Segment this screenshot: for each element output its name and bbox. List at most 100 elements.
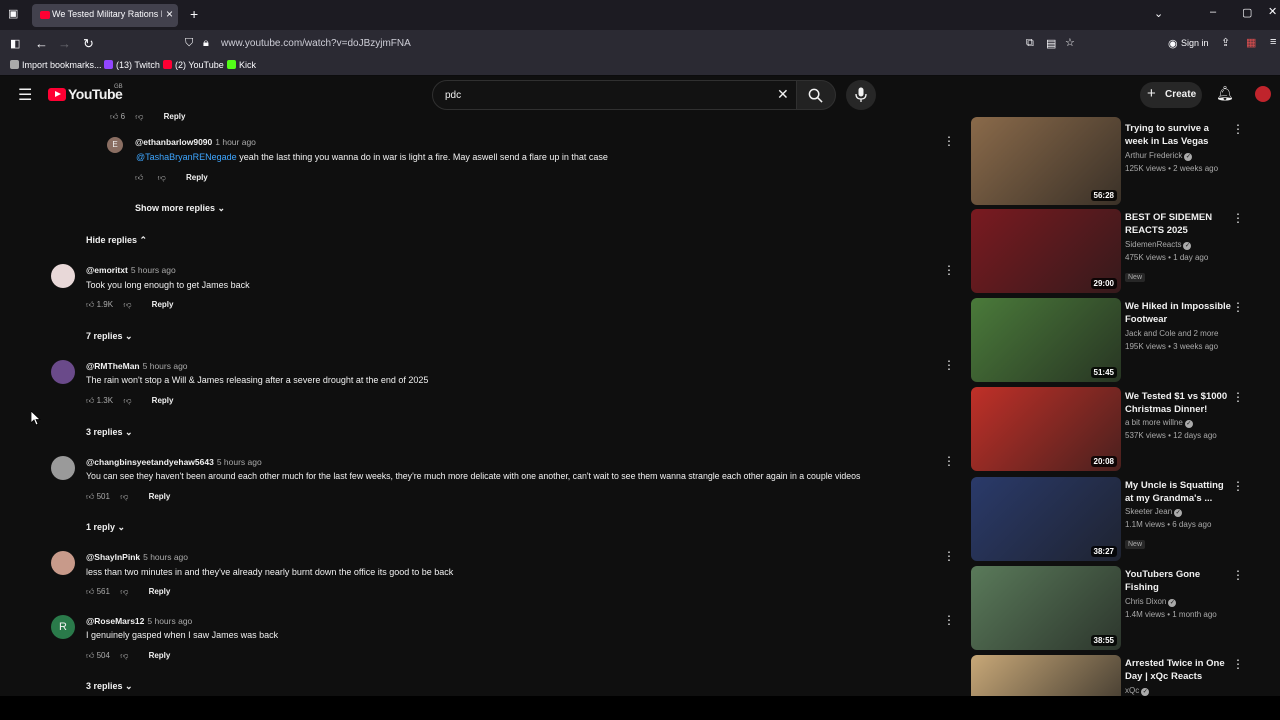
video-channel[interactable]: Skeeter Jean ✓: [1125, 507, 1183, 517]
video-channel[interactable]: a bit more willne ✓: [1125, 418, 1193, 428]
account-icon[interactable]: ◉: [1168, 37, 1178, 50]
chevron-down-icon[interactable]: ⌄: [1154, 7, 1163, 20]
video-channel[interactable]: Arthur Frederick ✓: [1125, 151, 1193, 161]
comment-author[interactable]: @ethanbarlow9090 1 hour ago: [135, 137, 256, 147]
forward-icon[interactable]: →: [58, 36, 71, 51]
voice-search-button[interactable]: [846, 80, 876, 110]
more-options-icon[interactable]: ⋮: [1232, 390, 1244, 404]
menu-icon[interactable]: ≡: [1270, 36, 1276, 48]
comment-author[interactable]: @RoseMars12 5 hours ago: [86, 616, 192, 626]
dislike-icon[interactable]: 👎︎: [158, 173, 166, 182]
more-options-icon[interactable]: ⋮: [1232, 211, 1244, 225]
address-bar[interactable]: ⛉ 🔒︎ www.youtube.com/watch?v=doJBzyjmFNA: [178, 33, 1084, 55]
video-title[interactable]: YouTubers Gone Fishing: [1125, 568, 1233, 594]
reply-button[interactable]: Reply: [149, 587, 171, 596]
like-icon[interactable]: 👍︎: [135, 173, 143, 182]
video-title[interactable]: My Uncle is Squatting at my Grandma's ..…: [1125, 479, 1233, 505]
comment-time[interactable]: 5 hours ago: [143, 361, 188, 371]
youtube-logo-icon[interactable]: [48, 88, 66, 101]
like-icon[interactable]: 👍︎: [86, 587, 94, 596]
more-options-icon[interactable]: ⋮: [943, 613, 955, 627]
video-thumbnail[interactable]: 38:27: [971, 477, 1121, 561]
dislike-icon[interactable]: 👎︎: [120, 587, 128, 596]
hide-replies-button[interactable]: Hide replies ⌃: [86, 235, 147, 246]
video-channel[interactable]: SidemenReacts ✓: [1125, 240, 1192, 250]
dislike-icon[interactable]: 👎︎: [123, 396, 131, 405]
more-options-icon[interactable]: ⋮: [1232, 300, 1244, 314]
reply-button[interactable]: Reply: [186, 173, 208, 182]
view-replies-button[interactable]: 3 replies ⌄: [86, 681, 133, 692]
comment-author[interactable]: @changbinsyeetandyehaw5643 5 hours ago: [86, 457, 262, 467]
reply-button[interactable]: Reply: [152, 300, 174, 309]
video-thumbnail[interactable]: 29:00: [971, 209, 1121, 293]
comment-time[interactable]: 5 hours ago: [217, 457, 262, 467]
video-thumbnail[interactable]: 56:28: [971, 117, 1121, 205]
video-title[interactable]: Trying to survive a week in Las Vegas: [1125, 122, 1233, 148]
browser-tab[interactable]: We Tested Military Rations From ×: [32, 4, 178, 27]
bookmark-youtube[interactable]: (2) YouTube: [163, 60, 224, 70]
comment-time[interactable]: 5 hours ago: [147, 616, 192, 626]
more-options-icon[interactable]: ⋮: [943, 263, 955, 277]
more-options-icon[interactable]: ⋮: [943, 134, 955, 148]
close-window-icon[interactable]: ✕: [1268, 5, 1277, 18]
minimize-icon[interactable]: –: [1210, 6, 1216, 18]
reload-icon[interactable]: ↻: [83, 36, 94, 52]
notifications-bell-icon[interactable]: 🔔︎: [1216, 85, 1234, 102]
view-replies-button[interactable]: 1 reply ⌄: [86, 522, 125, 533]
video-thumbnail[interactable]: 20:08: [971, 387, 1121, 471]
like-icon[interactable]: 👍︎: [110, 112, 118, 121]
like-icon[interactable]: 👍︎: [86, 396, 94, 405]
reply-button[interactable]: Reply: [149, 651, 171, 660]
comment-author[interactable]: @emoritxt 5 hours ago: [86, 265, 176, 275]
more-options-icon[interactable]: ⋮: [1232, 122, 1244, 136]
comment-time[interactable]: 5 hours ago: [131, 265, 176, 275]
view-replies-button[interactable]: 3 replies ⌄: [86, 427, 133, 438]
avatar[interactable]: R: [51, 615, 75, 639]
comment-author[interactable]: @ShaylnPink 5 hours ago: [86, 552, 188, 562]
avatar[interactable]: [51, 456, 75, 480]
dislike-icon[interactable]: 👎︎: [135, 112, 143, 121]
more-options-icon[interactable]: ⋮: [943, 358, 955, 372]
clear-search-icon[interactable]: ✕: [777, 86, 789, 103]
create-button[interactable]: + Create: [1140, 82, 1202, 108]
show-more-replies-button[interactable]: Show more replies ⌄: [135, 203, 225, 214]
video-channel[interactable]: xQc ✓: [1125, 686, 1150, 696]
signin-link[interactable]: Sign in: [1181, 38, 1209, 48]
like-icon[interactable]: 👍︎: [86, 300, 94, 309]
bookmark-twitch[interactable]: (13) Twitch: [104, 60, 160, 70]
video-channel[interactable]: Chris Dixon ✓: [1125, 597, 1177, 607]
dislike-icon[interactable]: 👎︎: [120, 492, 128, 501]
more-options-icon[interactable]: ⋮: [1232, 479, 1244, 493]
reply-button[interactable]: Reply: [164, 112, 186, 121]
comment-time[interactable]: 5 hours ago: [143, 552, 188, 562]
more-options-icon[interactable]: ⋮: [1232, 568, 1244, 582]
video-title[interactable]: We Hiked in Impossible Footwear: [1125, 300, 1233, 326]
avatar[interactable]: E: [107, 137, 123, 153]
video-thumbnail[interactable]: 51:45: [971, 298, 1121, 382]
comment-author[interactable]: @RMTheMan 5 hours ago: [86, 361, 188, 371]
addon-icon[interactable]: ▦: [1246, 36, 1256, 49]
sidebar-toggle-icon[interactable]: ◧: [10, 37, 20, 50]
avatar[interactable]: [51, 360, 75, 384]
video-thumbnail[interactable]: 38:55: [971, 566, 1121, 650]
maximize-icon[interactable]: ▢: [1242, 6, 1252, 19]
back-icon[interactable]: ←: [35, 36, 48, 51]
search-input[interactable]: pdc: [445, 90, 461, 101]
bookmark-kick[interactable]: Kick: [227, 60, 256, 70]
close-tab-icon[interactable]: ×: [166, 7, 173, 21]
more-options-icon[interactable]: ⋮: [1232, 657, 1244, 671]
video-title[interactable]: BEST OF SIDEMEN REACTS 2025: [1125, 211, 1233, 237]
dislike-icon[interactable]: 👎︎: [123, 300, 131, 309]
new-tab-icon[interactable]: +: [190, 6, 198, 22]
tab-list-icon[interactable]: ▣: [8, 7, 18, 20]
more-options-icon[interactable]: ⋮: [943, 549, 955, 563]
guide-menu-icon[interactable]: ☰: [18, 85, 32, 105]
extensions-icon[interactable]: ⇪: [1221, 36, 1230, 49]
search-button[interactable]: [796, 80, 836, 110]
dislike-icon[interactable]: 👎︎: [120, 651, 128, 660]
comment-time[interactable]: 1 hour ago: [215, 137, 256, 147]
reply-button[interactable]: Reply: [152, 396, 174, 405]
video-thumbnail[interactable]: [971, 655, 1121, 696]
more-options-icon[interactable]: ⋮: [943, 454, 955, 468]
bookmark-import[interactable]: Import bookmarks...: [10, 60, 102, 70]
